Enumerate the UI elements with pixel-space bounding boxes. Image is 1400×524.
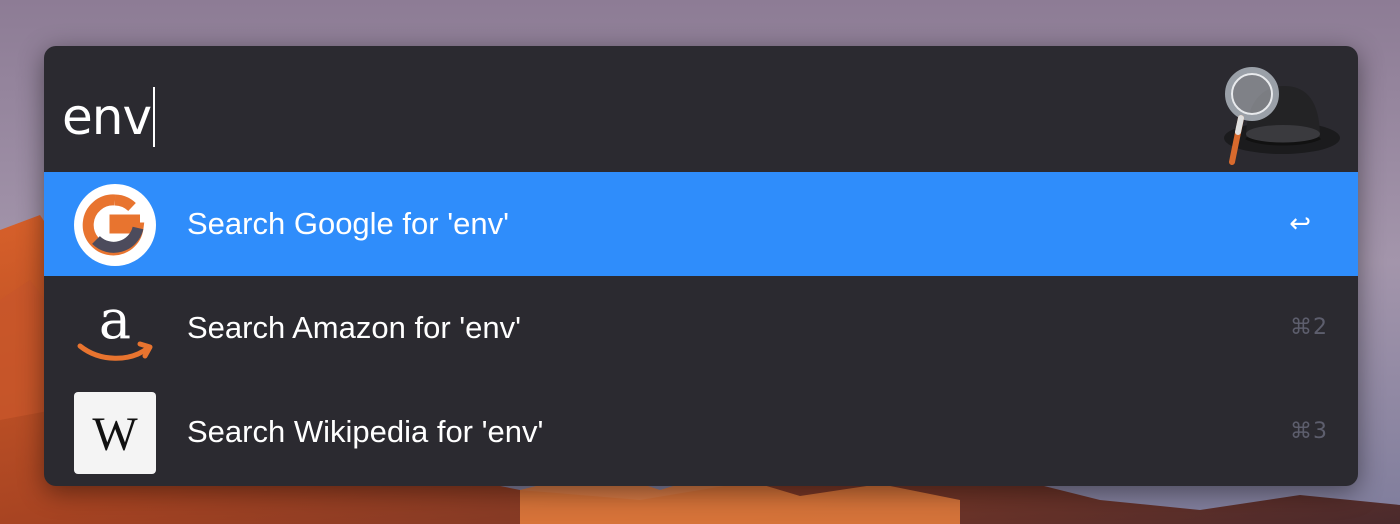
result-title: Search Amazon for 'env' bbox=[187, 310, 522, 345]
result-title: Search Google for 'env' bbox=[187, 206, 510, 241]
shortcut-cmd-2: ⌘2 bbox=[1290, 315, 1328, 340]
search-query: env bbox=[62, 88, 152, 146]
result-google[interactable]: Search Google for 'env' ↩ bbox=[44, 172, 1358, 276]
search-input[interactable]: env bbox=[62, 86, 156, 148]
text-caret bbox=[153, 87, 156, 147]
return-key-icon: ↩ bbox=[1289, 209, 1312, 239]
svg-text:W: W bbox=[92, 408, 138, 461]
result-title: Search Wikipedia for 'env' bbox=[187, 414, 544, 449]
alfred-hat-icon bbox=[1210, 58, 1346, 168]
amazon-icon: a bbox=[74, 288, 156, 370]
wikipedia-icon: W bbox=[74, 392, 156, 474]
shortcut-cmd-3: ⌘3 bbox=[1290, 419, 1328, 444]
result-wikipedia[interactable]: W Search Wikipedia for 'env' ⌘3 bbox=[44, 380, 1358, 484]
alfred-window: env Search Google for 'env' ↩ a Search A… bbox=[44, 46, 1358, 486]
results-list: Search Google for 'env' ↩ a Search Amazo… bbox=[44, 172, 1358, 484]
search-bar: env bbox=[44, 46, 1358, 172]
google-icon bbox=[74, 184, 156, 266]
result-amazon[interactable]: a Search Amazon for 'env' ⌘2 bbox=[44, 276, 1358, 380]
svg-text:a: a bbox=[99, 288, 131, 351]
